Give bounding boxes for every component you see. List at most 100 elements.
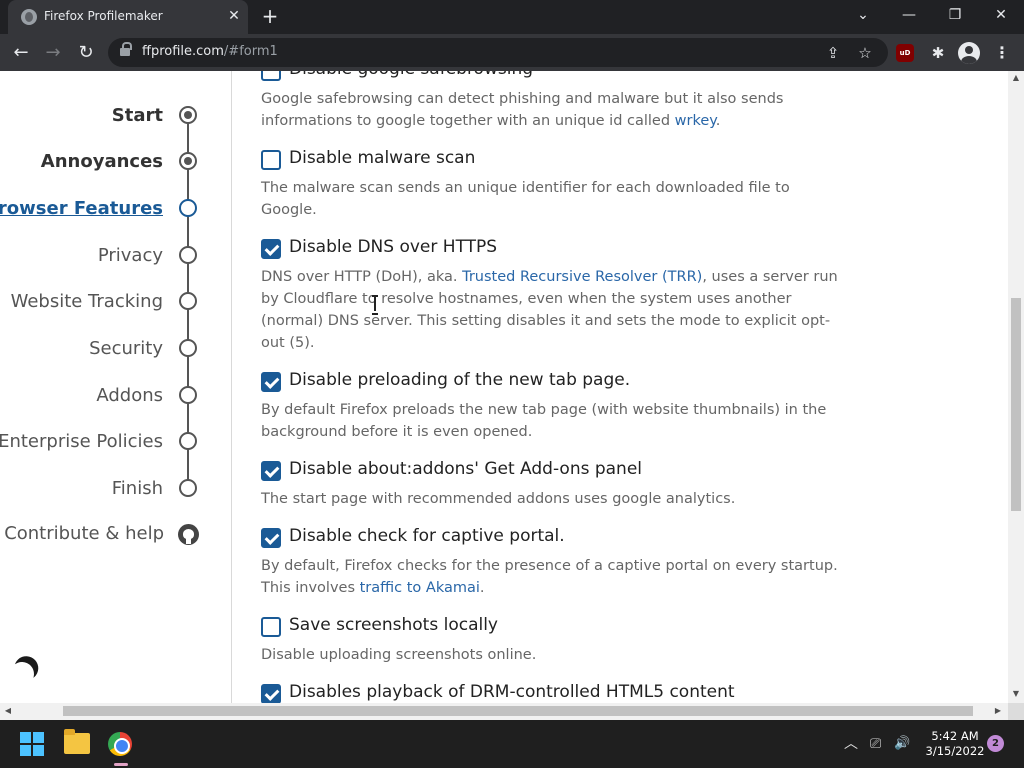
minimize-button[interactable]: — bbox=[886, 0, 932, 30]
tab-strip: Firefox Profilemaker ✕ + ⌄ — ❐ ✕ bbox=[0, 0, 1024, 34]
option-description: By default Firefox preloads the new tab … bbox=[261, 399, 843, 443]
share-icon[interactable]: ⇪ bbox=[822, 42, 844, 64]
option-title[interactable]: Disable google safebrowsing bbox=[289, 71, 533, 79]
clock-date: 3/15/2022 bbox=[925, 744, 985, 758]
scroll-right-icon[interactable]: ▶ bbox=[990, 706, 1006, 716]
option-checkbox[interactable] bbox=[261, 150, 281, 170]
close-window-button[interactable]: ✕ bbox=[978, 0, 1024, 30]
option-description: The malware scan sends an unique identif… bbox=[261, 177, 843, 221]
browser-tab[interactable]: Firefox Profilemaker ✕ bbox=[8, 0, 248, 34]
windows-start-icon[interactable] bbox=[20, 732, 44, 756]
description-link[interactable]: wrkey bbox=[675, 113, 716, 129]
option-title[interactable]: Disables playback of DRM-controlled HTML… bbox=[289, 682, 735, 702]
menu-icon[interactable]: ⋮ bbox=[992, 41, 1012, 65]
reload-button[interactable]: ↻ bbox=[73, 40, 99, 66]
option-title[interactable]: Save screenshots locally bbox=[289, 615, 498, 635]
step-enterprise-policies[interactable]: Enterprise Policies bbox=[0, 431, 163, 452]
file-explorer-icon[interactable] bbox=[64, 729, 90, 754]
scroll-down-icon[interactable]: ▼ bbox=[1008, 689, 1024, 699]
description-text-end: . bbox=[479, 580, 485, 596]
step-marker-icon[interactable] bbox=[179, 432, 197, 450]
step-marker-icon[interactable] bbox=[179, 479, 197, 497]
wizard-sidebar: Start Annoyances Browser Features Privacy We… bbox=[0, 71, 232, 703]
option-checkbox[interactable] bbox=[261, 71, 281, 81]
dark-mode-icon[interactable] bbox=[7, 659, 38, 690]
description-link[interactable]: Trusted Recursive Resolver (TRR) bbox=[462, 269, 702, 285]
step-marker-icon[interactable] bbox=[179, 199, 197, 217]
vertical-scroll-thumb[interactable] bbox=[1011, 298, 1021, 511]
option-description: Google safebrowsing can detect phishing … bbox=[261, 88, 843, 132]
option-title[interactable]: Disable preloading of the new tab page. bbox=[289, 370, 630, 390]
step-start[interactable]: Start bbox=[112, 105, 163, 126]
notification-badge[interactable]: 2 bbox=[987, 735, 1004, 752]
step-addons[interactable]: Addons bbox=[96, 385, 163, 406]
scrollbar-corner bbox=[1008, 703, 1024, 720]
volume-icon[interactable]: 🔊 bbox=[894, 734, 910, 754]
text-cursor-icon bbox=[372, 295, 378, 315]
tab-search-icon[interactable]: ⌄ bbox=[840, 0, 886, 30]
new-tab-button[interactable]: + bbox=[258, 5, 282, 29]
browser-toolbar: ← → ↻ ffprofile.com/#form1 ⇪ ☆ uD ✱ ⋮ bbox=[0, 34, 1024, 71]
forward-button[interactable]: → bbox=[40, 40, 66, 66]
url-text[interactable]: ffprofile.com/#form1 bbox=[142, 44, 278, 59]
step-website-tracking[interactable]: Website Tracking bbox=[11, 291, 163, 312]
network-icon[interactable]: ⎚ bbox=[870, 734, 881, 754]
step-marker-icon[interactable] bbox=[179, 386, 197, 404]
option-checkbox[interactable] bbox=[261, 239, 281, 259]
option-checkbox[interactable] bbox=[261, 617, 281, 637]
extensions-icon[interactable]: ✱ bbox=[926, 41, 950, 65]
step-marker-icon[interactable] bbox=[179, 292, 197, 310]
vertical-scrollbar[interactable]: ▲ ▼ bbox=[1008, 71, 1024, 703]
horizontal-scroll-thumb[interactable] bbox=[63, 706, 973, 716]
description-link[interactable]: traffic to Akamai bbox=[360, 580, 480, 596]
step-finish[interactable]: Finish bbox=[112, 478, 163, 499]
clock-time: 5:42 AM bbox=[931, 729, 979, 743]
page-viewport: Start Annoyances Browser Features Privacy We… bbox=[0, 71, 1008, 703]
description-text: By default, Firefox checks for the prese… bbox=[261, 558, 838, 596]
step-browser-features[interactable]: Browser Features bbox=[0, 198, 163, 219]
tab-title: Firefox Profilemaker bbox=[44, 9, 163, 23]
github-icon[interactable] bbox=[178, 524, 199, 545]
profile-avatar-icon[interactable] bbox=[958, 42, 980, 64]
option-title[interactable]: Disable about:addons' Get Add-ons panel bbox=[289, 459, 642, 479]
option-description: The start page with recommended addons u… bbox=[261, 488, 843, 510]
horizontal-scrollbar[interactable]: ◀ ▶ bbox=[0, 703, 1008, 720]
tray-chevron-icon[interactable]: ︿ bbox=[844, 734, 858, 754]
step-security[interactable]: Security bbox=[89, 338, 163, 359]
option-description: Disable uploading screenshots online. bbox=[261, 644, 843, 666]
globe-icon bbox=[21, 9, 37, 25]
step-marker-icon[interactable] bbox=[179, 246, 197, 264]
bookmark-star-icon[interactable]: ☆ bbox=[854, 42, 876, 64]
step-marker-icon[interactable] bbox=[179, 152, 197, 170]
option-checkbox[interactable] bbox=[261, 372, 281, 392]
restore-button[interactable]: ❐ bbox=[932, 0, 978, 30]
option-checkbox[interactable] bbox=[261, 528, 281, 548]
description-text: The malware scan sends an unique identif… bbox=[261, 180, 790, 218]
scroll-up-icon[interactable]: ▲ bbox=[1008, 73, 1024, 83]
step-marker-icon[interactable] bbox=[179, 106, 197, 124]
step-annoyances[interactable]: Annoyances bbox=[41, 151, 163, 172]
contribute-link[interactable]: Contribute & help bbox=[4, 523, 164, 544]
chrome-icon[interactable] bbox=[108, 732, 132, 756]
windows-taskbar: ︿ ⎚ 🔊 5:42 AM 3/15/2022 2 bbox=[0, 720, 1024, 768]
option-description: By default, Firefox checks for the prese… bbox=[261, 555, 843, 599]
step-privacy[interactable]: Privacy bbox=[98, 245, 163, 266]
ublock-icon[interactable]: uD bbox=[896, 44, 914, 62]
description-text: The start page with recommended addons u… bbox=[261, 491, 736, 507]
close-tab-icon[interactable]: ✕ bbox=[225, 7, 243, 25]
option-checkbox[interactable] bbox=[261, 684, 281, 703]
option-checkbox[interactable] bbox=[261, 461, 281, 481]
back-button[interactable]: ← bbox=[8, 40, 34, 66]
description-text: DNS over HTTP (DoH), aka. bbox=[261, 269, 463, 285]
option-title[interactable]: Disable DNS over HTTPS bbox=[289, 237, 497, 257]
system-clock[interactable]: 5:42 AM 3/15/2022 bbox=[920, 729, 990, 759]
lock-icon[interactable] bbox=[120, 42, 132, 58]
option-title[interactable]: Disable malware scan bbox=[289, 148, 475, 168]
active-app-indicator bbox=[114, 763, 128, 766]
description-text-end: . bbox=[715, 113, 721, 129]
step-marker-icon[interactable] bbox=[179, 339, 197, 357]
address-bar[interactable]: ffprofile.com/#form1 ⇪ ☆ bbox=[108, 38, 888, 67]
scroll-left-icon[interactable]: ◀ bbox=[0, 706, 16, 716]
description-text: Disable uploading screenshots online. bbox=[261, 647, 537, 663]
option-title[interactable]: Disable check for captive portal. bbox=[289, 526, 565, 546]
